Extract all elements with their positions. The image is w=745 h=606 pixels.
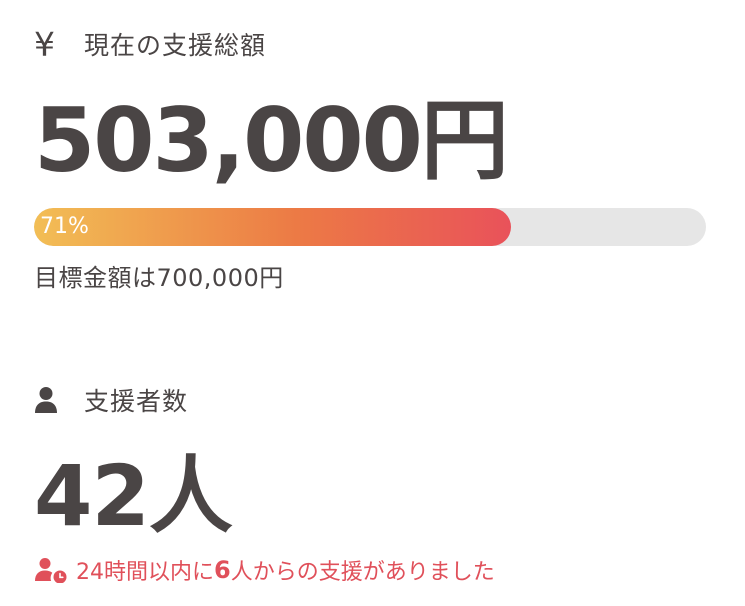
- person-clock-icon: [34, 557, 68, 584]
- funding-progress-bar: 71%: [34, 208, 706, 246]
- funding-progress-fill: [34, 208, 512, 246]
- person-icon: [34, 385, 62, 415]
- total-support-section: ¥ 現在の支援総額 503,000円 71% 目標金額は700,000円: [34, 22, 714, 293]
- funding-progress-percent: 71%: [40, 214, 89, 239]
- supporter-count-label-row: 支援者数: [34, 378, 714, 422]
- yen-icon: ¥: [34, 24, 55, 64]
- recent-supporters-prefix: 24時間以内に: [76, 560, 214, 585]
- total-support-amount: 503,000円: [34, 89, 509, 192]
- goal-amount-text: 目標金額は700,000円: [34, 264, 284, 292]
- supporter-count-section: 支援者数 42人 24時間以内に 6 人からの支援がありました: [34, 378, 714, 586]
- recent-supporters-count: 6: [214, 556, 231, 584]
- total-support-label: 現在の支援総額: [84, 31, 267, 60]
- supporter-count-label: 支援者数: [84, 387, 189, 416]
- recent-supporters-suffix: 人からの支援がありました: [230, 560, 495, 585]
- supporter-count-value: 42人: [34, 447, 233, 545]
- total-support-label-row: ¥ 現在の支援総額: [34, 22, 714, 66]
- recent-supporters-notice: 24時間以内に 6 人からの支援がありました: [34, 554, 714, 586]
